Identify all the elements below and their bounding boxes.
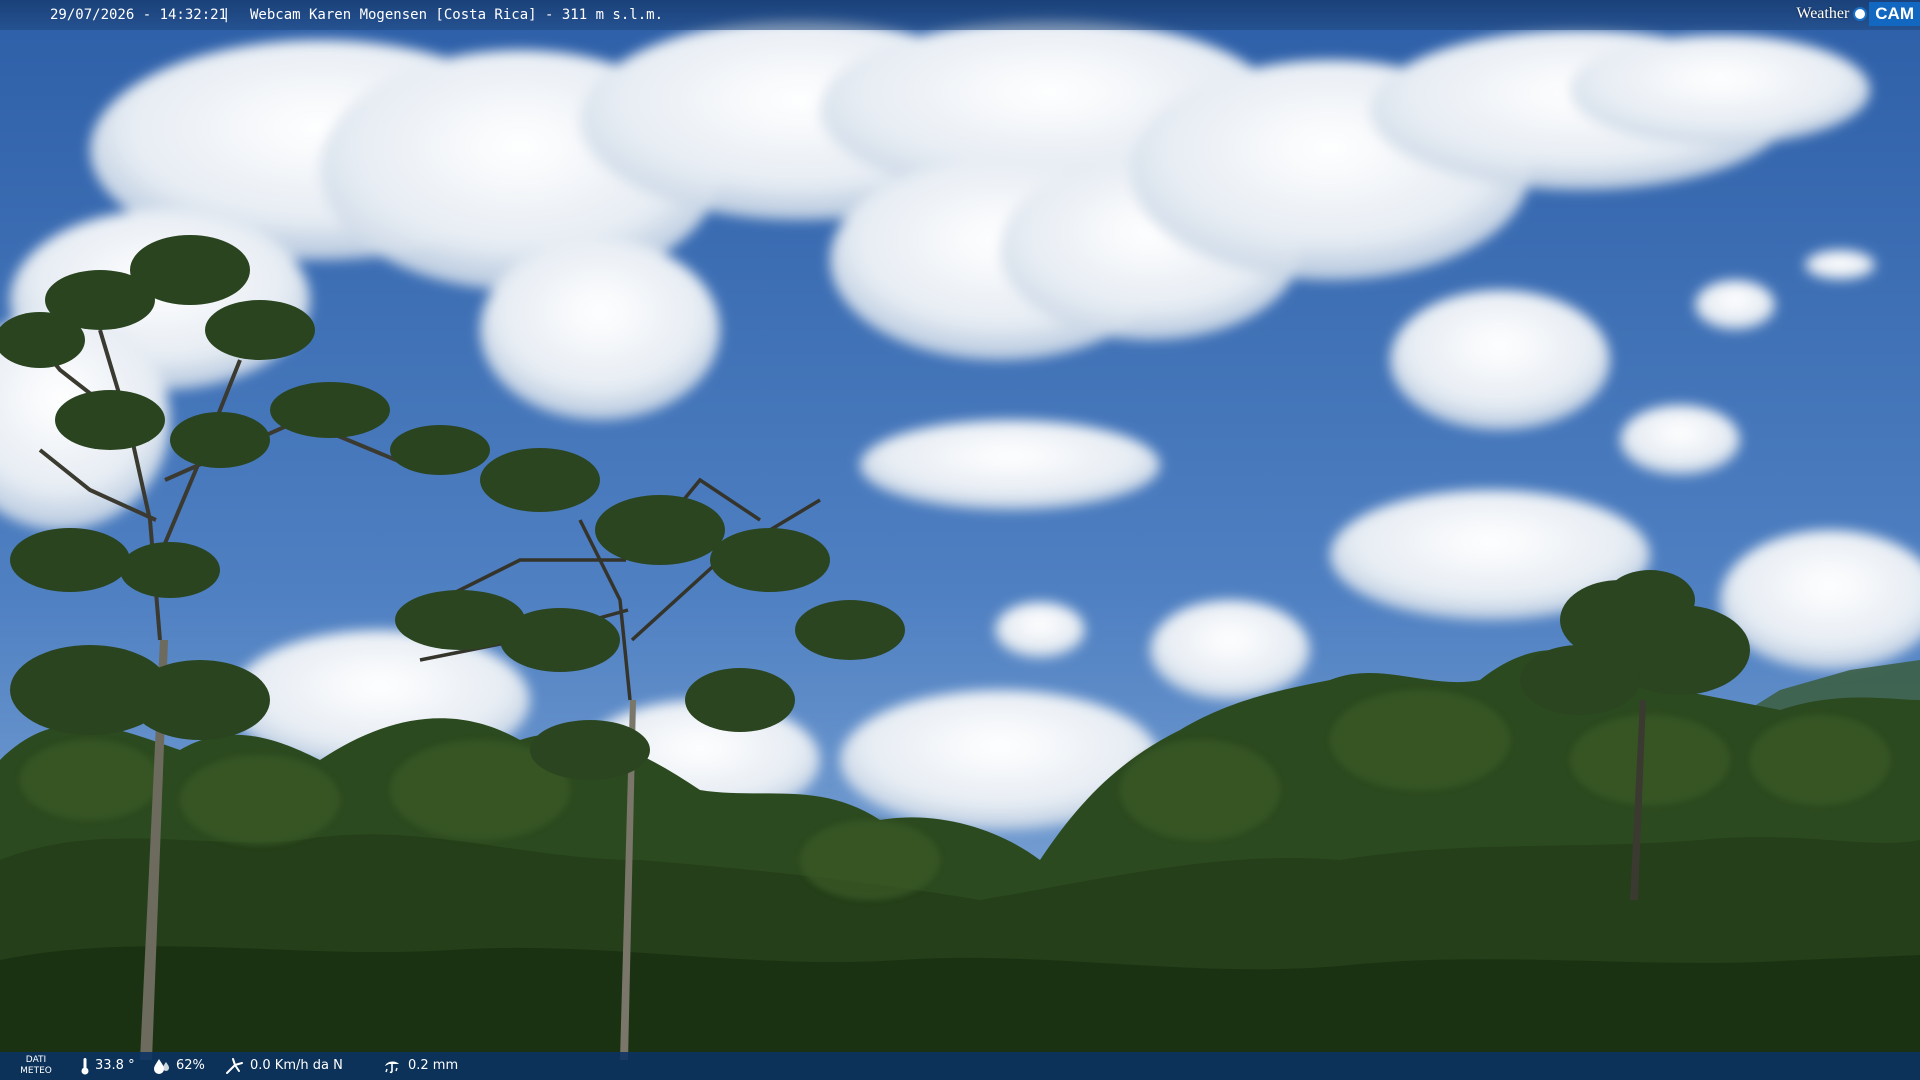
wind-reading: 0.0 Km/h da N (225, 1052, 343, 1080)
temperature-value: 33.8 ° (95, 1058, 135, 1073)
logo-dot-icon (1853, 6, 1868, 21)
temperature-reading: 33.8 ° (80, 1052, 135, 1080)
humidity-drop-icon (154, 1059, 169, 1074)
rain-value: 0.2 mm (408, 1058, 459, 1073)
datetime-label: 29/07/2026 - 14:32:21 (50, 7, 228, 23)
wind-value: 0.0 Km/h da N (250, 1058, 343, 1073)
wind-icon (226, 1058, 243, 1074)
webcam-title: Webcam Karen Mogensen [Costa Rica] - 311… (250, 7, 664, 23)
meteo-data-bar: DATI METEO 33.8 ° 62% 0.0 Km/h da N 0.2 … (0, 1052, 1920, 1080)
meteo-label: DATI METEO (20, 1055, 52, 1076)
rain-icon (385, 1061, 399, 1074)
humidity-reading: 62% (153, 1052, 205, 1080)
webcam-image (0, 0, 1920, 1080)
logo-cam-text: CAM (1869, 1, 1920, 26)
webcam-info-bar: 29/07/2026 - 14:32:21 | Webcam Karen Mog… (0, 0, 1920, 30)
thermometer-icon (81, 1058, 89, 1075)
weathercam-logo[interactable]: Weather CAM (1796, 0, 1920, 27)
logo-weather-text: Weather (1796, 4, 1850, 22)
separator: | (222, 7, 231, 23)
humidity-value: 62% (176, 1058, 205, 1073)
rain-reading: 0.2 mm (383, 1052, 458, 1080)
